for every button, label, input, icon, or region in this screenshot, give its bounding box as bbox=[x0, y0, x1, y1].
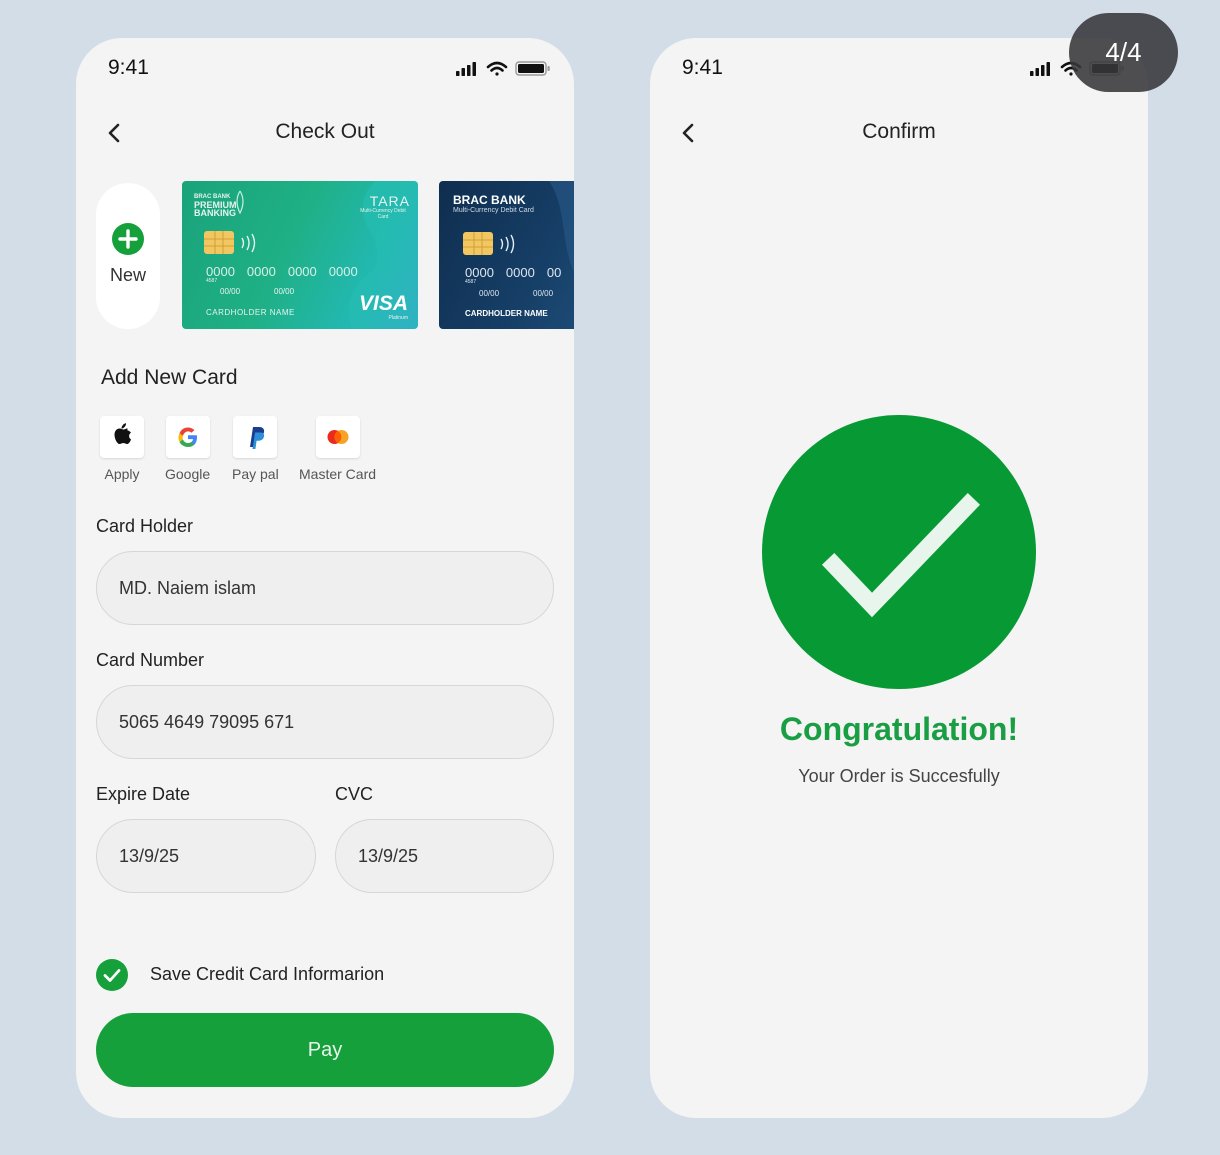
checkout-screen: 9:41 Check Out New BRAC BANK PREMIUM BAN… bbox=[76, 38, 574, 1118]
card-subtitle: Multi-Currency Debit Card bbox=[453, 207, 534, 214]
cvc-label: CVC bbox=[335, 784, 374, 804]
card-number: 0000 0000 0000 0000 bbox=[206, 263, 358, 281]
plus-circle-icon bbox=[112, 223, 144, 255]
page-title: Confirm bbox=[862, 120, 936, 143]
card-number-input[interactable] bbox=[96, 685, 554, 759]
google-icon bbox=[165, 416, 210, 458]
new-card-label: New bbox=[109, 265, 146, 285]
card-small-number: 4587 bbox=[465, 279, 477, 285]
card-valid-thru: 00/00 bbox=[274, 287, 295, 296]
saved-card-blue[interactable]: BRAC BANK Multi-Currency Debit Card 0000… bbox=[439, 181, 574, 329]
card-number-group: 0000 bbox=[505, 265, 535, 280]
signal-icon bbox=[456, 62, 476, 76]
confirm-screen: 9:41 Confirm Congratulation! Your Order … bbox=[650, 38, 1148, 1118]
expire-date-input[interactable] bbox=[96, 819, 316, 893]
card-brand: TARA bbox=[369, 193, 410, 209]
status-bar: 9:41 bbox=[682, 56, 1126, 80]
card-number-group: 0000 bbox=[465, 265, 494, 280]
saved-card-green[interactable]: BRAC BANK PREMIUM BANKING TARA Multi-Cur… bbox=[182, 181, 418, 329]
payment-method-label: Apply bbox=[104, 466, 140, 482]
mastercard-icon bbox=[315, 416, 360, 458]
chip-icon bbox=[204, 231, 256, 254]
header: Check Out bbox=[76, 116, 574, 150]
card-holder-name: CARDHOLDER NAME bbox=[465, 309, 548, 318]
card-number-group: 0000 bbox=[246, 264, 276, 279]
battery-icon bbox=[515, 61, 550, 76]
card-number-group: 0000 bbox=[206, 264, 235, 279]
success-check-icon bbox=[762, 415, 1036, 689]
add-new-card-title: Add New Card bbox=[101, 366, 238, 389]
wifi-icon bbox=[486, 61, 508, 76]
payment-method-apple[interactable]: Apply bbox=[100, 416, 144, 482]
congrats-heading: Congratulation! bbox=[779, 711, 1019, 747]
card-valid-thru: 00/00 bbox=[533, 289, 554, 298]
card-brand-sub: Multi-Currency Debit Card bbox=[360, 208, 406, 220]
signal-icon bbox=[1030, 62, 1050, 76]
header: Confirm bbox=[650, 116, 1148, 150]
visa-logo: VISA bbox=[358, 292, 408, 315]
card-number-group: 0000 bbox=[287, 264, 317, 279]
cvc-input[interactable] bbox=[335, 819, 554, 893]
payment-method-label: Pay pal bbox=[232, 466, 279, 482]
apple-icon bbox=[100, 416, 144, 458]
visa-tier: Platinum bbox=[388, 315, 408, 321]
status-time: 9:41 bbox=[682, 56, 723, 79]
card-tier: PREMIUM BANKING bbox=[194, 200, 237, 218]
card-valid-from: 00/00 bbox=[479, 289, 500, 298]
status-icons bbox=[456, 61, 550, 76]
new-card-button[interactable]: New bbox=[96, 183, 160, 329]
chip-icon bbox=[463, 232, 515, 255]
page-title: Check Out bbox=[275, 120, 375, 143]
card-bank-name: BRAC BANK bbox=[453, 193, 526, 207]
check-circle-icon[interactable] bbox=[96, 959, 128, 991]
card-holder-input[interactable] bbox=[96, 551, 554, 625]
card-number-label: Card Number bbox=[96, 650, 205, 670]
card-holder-label: Card Holder bbox=[96, 516, 194, 536]
payment-method-mastercard[interactable]: Master Card bbox=[299, 416, 376, 482]
payment-method-paypal[interactable]: Pay pal bbox=[232, 416, 279, 482]
expire-date-label: Expire Date bbox=[96, 784, 191, 804]
payment-method-label: Master Card bbox=[299, 466, 377, 482]
payment-method-label: Google bbox=[165, 466, 211, 482]
pay-button[interactable]: Pay bbox=[96, 1013, 554, 1087]
card-small-number: 4587 bbox=[206, 278, 218, 284]
card-number-group: 00 bbox=[546, 265, 562, 280]
page-counter: 4/4 bbox=[1069, 13, 1178, 92]
card-valid-from: 00/00 bbox=[220, 287, 241, 296]
status-bar: 9:41 bbox=[108, 56, 552, 80]
payment-method-google[interactable]: Google bbox=[165, 416, 210, 482]
order-success-message: Your Order is Succesfully bbox=[798, 766, 1000, 786]
card-number: 0000 0000 00 bbox=[465, 264, 561, 282]
paypal-icon bbox=[233, 416, 278, 458]
card-number-group: 0000 bbox=[328, 264, 358, 279]
save-card-label: Save Credit Card Informarion bbox=[150, 964, 385, 984]
status-time: 9:41 bbox=[108, 56, 149, 79]
card-holder-name: CARDHOLDER NAME bbox=[206, 308, 295, 317]
